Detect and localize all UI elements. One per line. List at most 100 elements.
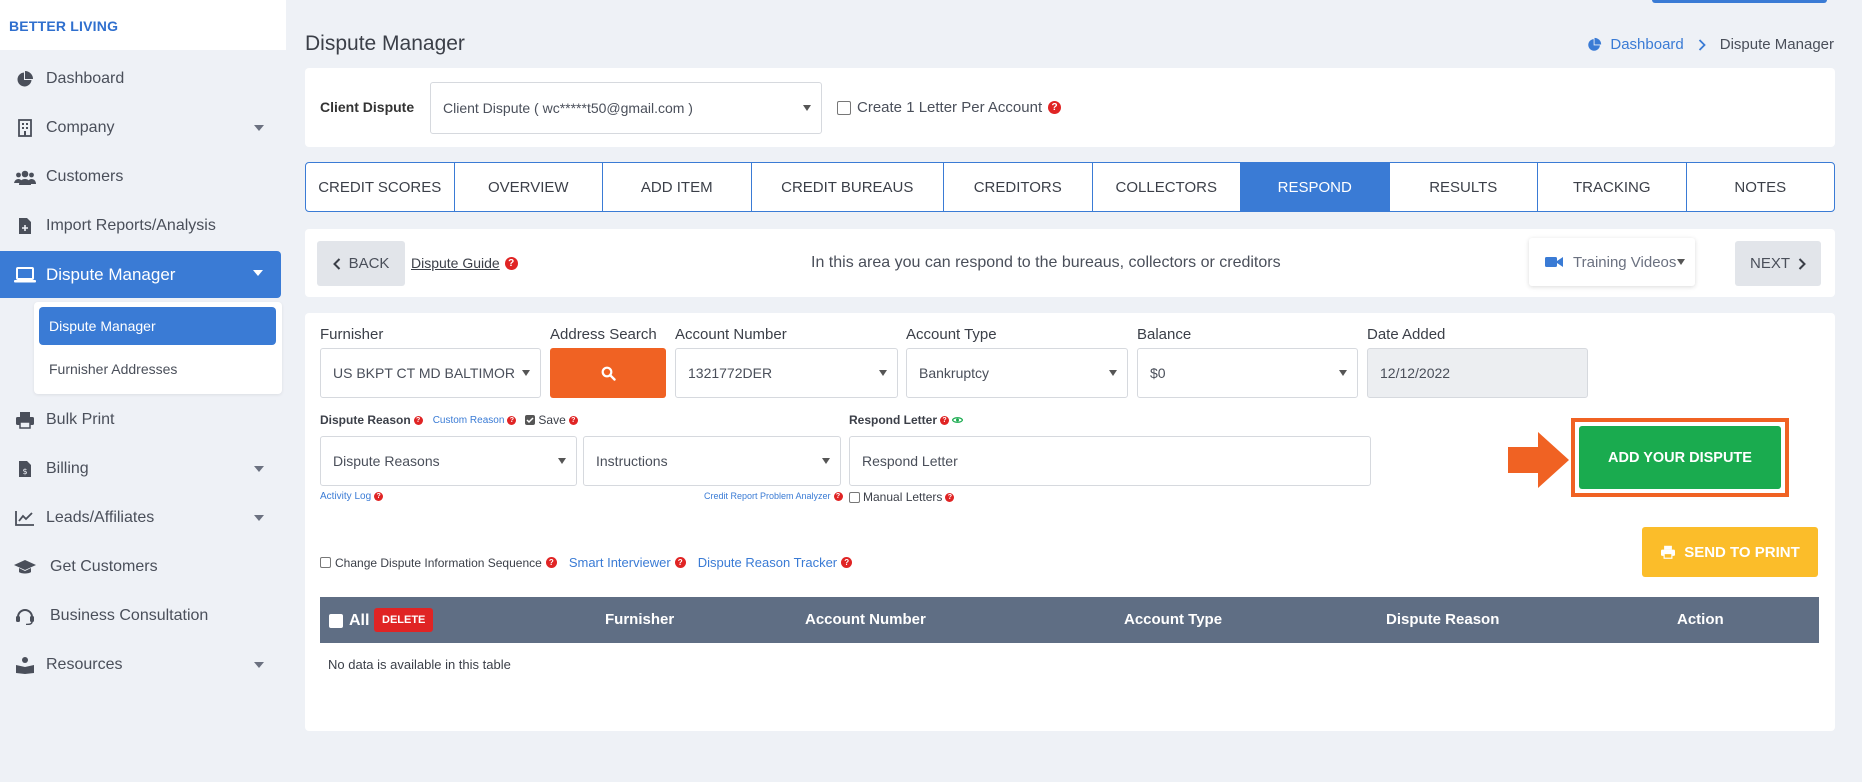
tab-credit-scores[interactable]: CREDIT SCORES [306,163,455,211]
send-to-print-label: SEND TO PRINT [1684,543,1800,561]
chevron-down-icon [558,458,566,464]
delete-button[interactable]: DELETE [374,608,434,632]
chevron-down-icon [254,662,264,668]
client-dispute-select[interactable]: Client Dispute ( wc*****t50@gmail.com ) [430,82,822,134]
dispute-manager-submenu: Dispute Manager Furnisher Addresses [34,302,282,394]
sidebar-item-label: Billing [46,460,89,477]
sidebar-item-leads-affiliates[interactable]: Leads/Affiliates [0,496,282,540]
sidebar-item-label: Leads/Affiliates [46,509,155,526]
help-icon[interactable]: ? [833,491,843,501]
account-type-select[interactable]: Bankruptcy [906,348,1128,398]
printer-icon [14,409,36,431]
help-icon[interactable]: ? [1048,101,1062,114]
add-dispute-button[interactable]: ADD YOUR DISPUTE [1579,426,1781,489]
help-icon[interactable]: ? [674,557,686,568]
training-videos-select[interactable]: Training Videos [1529,238,1695,286]
submenu-item-dispute-manager[interactable]: Dispute Manager [39,307,276,345]
svg-text:$: $ [22,467,27,476]
chevron-down-icon [254,466,264,472]
tab-creditors[interactable]: CREDITORS [944,163,1093,211]
save-checkbox[interactable] [525,415,536,425]
help-icon[interactable]: ? [945,492,955,502]
help-icon[interactable]: ? [413,415,423,425]
headset-icon [14,605,36,627]
help-icon[interactable]: ? [940,415,950,425]
sidebar-item-label: Customers [46,168,124,185]
sidebar-item-label: Bulk Print [46,411,115,428]
search-icon [601,366,616,381]
help-icon[interactable]: ? [568,415,578,425]
sidebar-item-billing[interactable]: $ Billing [0,447,282,491]
column-header-furnisher[interactable]: Furnisher [605,611,674,628]
column-header-action[interactable]: Action [1677,611,1724,628]
dispute-reasons-select[interactable]: Dispute Reasons [320,436,577,486]
instructions-select[interactable]: Instructions [583,436,841,486]
printer-icon [1660,545,1676,559]
smart-interviewer-link[interactable]: Smart Interviewer [569,555,671,570]
sidebar-item-dispute-manager[interactable]: Dispute Manager [0,251,281,298]
tab-credit-bureaus[interactable]: CREDIT BUREAUS [752,163,944,211]
dispute-guide-link[interactable]: Dispute Guide [411,255,500,271]
next-button[interactable]: NEXT [1735,241,1821,286]
address-search-button[interactable] [550,348,666,398]
tab-tracking[interactable]: TRACKING [1538,163,1687,211]
sidebar-item-get-customers[interactable]: Get Customers [0,545,282,589]
step-nav-card: BACK Dispute Guide ? In this area you ca… [305,229,1835,297]
column-header-account-type[interactable]: Account Type [1124,611,1222,628]
custom-reason-link[interactable]: Custom Reason [433,415,505,426]
furnisher-select[interactable]: US BKPT CT MD BALTIMOR [320,348,541,398]
tab-notes[interactable]: NOTES [1687,163,1835,211]
sidebar-item-import-reports[interactable]: Import Reports/Analysis [0,204,282,248]
help-icon[interactable]: ? [374,492,384,501]
change-sequence-checkbox[interactable] [320,557,331,568]
breadcrumb-current: Dispute Manager [1719,36,1834,53]
sidebar-item-label: Dispute Manager [46,264,176,284]
eye-icon[interactable] [952,416,964,424]
breadcrumb-home-link[interactable]: Dashboard [1610,36,1683,53]
tab-add-item[interactable]: ADD ITEM [603,163,752,211]
account-number-value: 1321772DER [688,365,773,381]
help-icon[interactable]: ? [545,557,557,568]
respond-letter-select[interactable]: Respond Letter [849,436,1371,486]
brand-logo[interactable]: BETTER LIVING [0,0,286,50]
sidebar-item-company[interactable]: Company [0,106,282,150]
back-button[interactable]: BACK [317,241,405,286]
date-added-field[interactable]: 12/12/2022 [1367,348,1588,398]
send-to-print-button[interactable]: SEND TO PRINT [1642,527,1818,577]
sidebar-item-resources[interactable]: Resources [0,643,282,687]
account-type-label: Account Type [906,326,997,343]
activity-log-link[interactable]: Activity Log [320,491,371,502]
sidebar-item-dashboard[interactable]: Dashboard [0,57,282,101]
account-number-select[interactable]: 1321772DER [675,348,898,398]
manual-letters-checkbox[interactable] [849,491,860,503]
sidebar-item-business-consultation[interactable]: Business Consultation [0,594,282,638]
help-icon[interactable]: ? [507,415,517,425]
credit-report-analyzer-link[interactable]: Credit Report Problem Analyzer [704,491,831,501]
manual-letters-option: Manual Letters ? [849,490,955,504]
sidebar-item-bulk-print[interactable]: Bulk Print [0,398,282,442]
help-icon[interactable]: ? [841,557,853,568]
pie-chart-icon [1587,37,1602,52]
top-button-stub[interactable] [1652,0,1827,3]
submenu-item-furnisher-addresses[interactable]: Furnisher Addresses [39,350,276,388]
sidebar-item-customers[interactable]: Customers [0,155,282,199]
select-all-checkbox[interactable] [329,614,343,628]
graduation-cap-icon [14,556,36,578]
column-header-dispute-reason[interactable]: Dispute Reason [1386,611,1499,628]
tab-results[interactable]: RESULTS [1390,163,1538,211]
dispute-reason-tracker-link[interactable]: Dispute Reason Tracker [698,555,837,570]
users-icon [14,166,36,188]
furnisher-label: Furnisher [320,326,384,343]
create-letter-checkbox[interactable] [837,100,851,115]
tab-overview[interactable]: OVERVIEW [455,163,603,211]
column-header-account-number[interactable]: Account Number [805,611,926,628]
balance-select[interactable]: $0 [1137,348,1358,398]
chevron-down-icon [822,458,830,464]
chevron-down-icon [803,105,811,111]
tab-respond[interactable]: RESPOND [1241,163,1390,211]
create-letter-label: Create 1 Letter Per Account [857,99,1043,116]
tab-collectors[interactable]: COLLECTORS [1093,163,1241,211]
account-type-value: Bankruptcy [919,365,990,381]
page-title: Dispute Manager [305,32,465,55]
help-icon[interactable]: ? [504,256,518,270]
